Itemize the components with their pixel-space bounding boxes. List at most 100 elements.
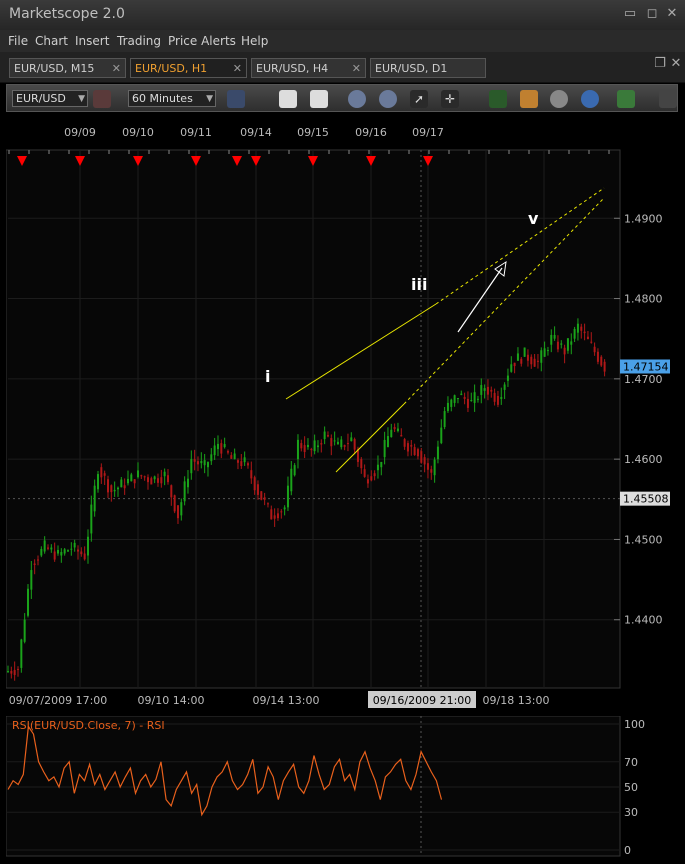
candle-body [180, 502, 183, 516]
close-tab-icon[interactable]: ✕ [352, 59, 361, 79]
candle-body [63, 549, 66, 554]
image-icon[interactable] [617, 90, 635, 108]
candle-body [423, 457, 426, 465]
candle-body [323, 431, 326, 440]
candle-body [116, 487, 119, 490]
candle-body [280, 511, 283, 513]
candle-body [90, 504, 93, 534]
candle-body [346, 443, 349, 445]
candle-body [226, 451, 229, 453]
candle-body [543, 348, 546, 357]
candle-body [270, 509, 273, 520]
candle-body [166, 475, 169, 483]
rsi-chart-svg[interactable]: RSI(EUR/USD.Close, 7) - RSI 100 70 50 30 0 [5, 715, 678, 860]
restore-icon[interactable]: ❐ [652, 56, 668, 72]
menu-price-alerts[interactable]: Price Alerts [168, 34, 236, 48]
maximize-icon[interactable]: ◻ [644, 6, 660, 22]
overlay-icon[interactable] [310, 90, 328, 108]
menu-help[interactable]: Help [241, 34, 268, 48]
candle-body [316, 445, 319, 448]
chart-type-icon[interactable] [227, 90, 245, 108]
candle-body [150, 478, 153, 485]
globe-icon[interactable] [581, 90, 599, 108]
candle-body [400, 435, 403, 437]
menu-icon[interactable] [659, 90, 677, 108]
candle-body [570, 341, 573, 345]
candle-body [343, 445, 346, 447]
candle-body [503, 384, 506, 390]
close-icon[interactable]: ✕ [664, 6, 680, 22]
tab-eurusd-d1[interactable]: EUR/USD, D1 [370, 58, 486, 78]
fibonacci-icon[interactable] [489, 90, 507, 108]
date-label: 09/09 [64, 126, 96, 139]
candle-body [50, 547, 53, 550]
crosshair-time-label: 09/16/2009 21:00 [373, 694, 472, 707]
instrument-value: EUR/USD [16, 92, 66, 105]
menu-insert[interactable]: Insert [75, 34, 109, 48]
link-icon[interactable] [93, 90, 111, 108]
candle-body [30, 570, 33, 590]
menu-chart[interactable]: Chart [35, 34, 68, 48]
candle-body [20, 639, 23, 668]
candle-body [406, 443, 409, 452]
close-tab-icon[interactable]: ✕ [233, 59, 242, 79]
sell-user-icon[interactable] [379, 90, 397, 108]
candle-body [416, 449, 419, 457]
candle-body [590, 341, 593, 343]
minimize-icon[interactable]: ▭ [622, 6, 638, 22]
price-tick-label: 1.4600 [624, 453, 663, 466]
candle-body [496, 395, 499, 405]
candle-body [453, 395, 456, 403]
timeframe-select[interactable]: 60 Minutes ▼ [128, 90, 216, 107]
candle-body [516, 353, 519, 361]
tab-label: EUR/USD, M15 [14, 62, 95, 75]
candle-body [483, 388, 486, 391]
date-label: 09/10 [122, 126, 154, 139]
candle-body [173, 495, 176, 512]
price-chart[interactable]: 09/09 09/10 09/11 09/14 09/15 09/16 09/1… [5, 114, 678, 712]
close-tab-icon[interactable]: ✕ [112, 59, 121, 79]
close-window-icon[interactable]: ✕ [668, 56, 684, 72]
candle-body [36, 559, 39, 561]
rsi-tick-label: 50 [624, 781, 638, 794]
app-title: Marketscope 2.0 [9, 6, 125, 22]
candle-body [390, 429, 393, 438]
candle-body [203, 460, 206, 466]
price-tick-label: 1.4800 [624, 293, 663, 306]
price-tick-label: 1.4500 [624, 533, 663, 546]
candle-body [563, 347, 566, 355]
candle-body [213, 445, 216, 456]
time-label: 09/18 13:00 [483, 694, 550, 707]
candle-body [210, 454, 213, 462]
instrument-select[interactable]: EUR/USD ▼ [12, 90, 88, 107]
date-label: 09/11 [180, 126, 212, 139]
chevron-down-icon: ▼ [206, 94, 213, 104]
candle-body [330, 438, 333, 447]
candle-body [46, 547, 49, 549]
cursor-icon[interactable]: ➚ [410, 90, 428, 108]
eye-icon[interactable] [550, 90, 568, 108]
candle-body [100, 467, 103, 478]
candle-body [186, 478, 189, 488]
crosshair-icon[interactable]: ✛ [441, 90, 459, 108]
candle-body [396, 428, 399, 432]
candle-body [493, 392, 496, 402]
rsi-panel[interactable]: RSI(EUR/USD.Close, 7) - RSI 100 70 50 30 0 [5, 715, 678, 860]
buy-user-icon[interactable] [348, 90, 366, 108]
price-tick-label: 1.4900 [624, 212, 663, 225]
candle-body [403, 439, 406, 447]
menu-trading[interactable]: Trading [117, 34, 161, 48]
tab-eurusd-h4[interactable]: EUR/USD, H4 ✕ [251, 58, 366, 78]
candle-body [513, 362, 516, 367]
tab-eurusd-h1[interactable]: EUR/USD, H1 ✕ [130, 58, 247, 78]
candle-body [230, 455, 233, 459]
menu-file[interactable]: File [8, 34, 28, 48]
indicator-icon[interactable] [279, 90, 297, 108]
title-bar: Marketscope 2.0 ▭ ◻ ✕ [0, 0, 685, 30]
candle-body [333, 440, 336, 442]
pencil-icon[interactable] [520, 90, 538, 108]
price-chart-svg[interactable]: 09/09 09/10 09/11 09/14 09/15 09/16 09/1… [5, 114, 678, 712]
tab-eurusd-m15[interactable]: EUR/USD, M15 ✕ [9, 58, 126, 78]
candle-body [466, 398, 469, 408]
date-label: 09/15 [297, 126, 329, 139]
